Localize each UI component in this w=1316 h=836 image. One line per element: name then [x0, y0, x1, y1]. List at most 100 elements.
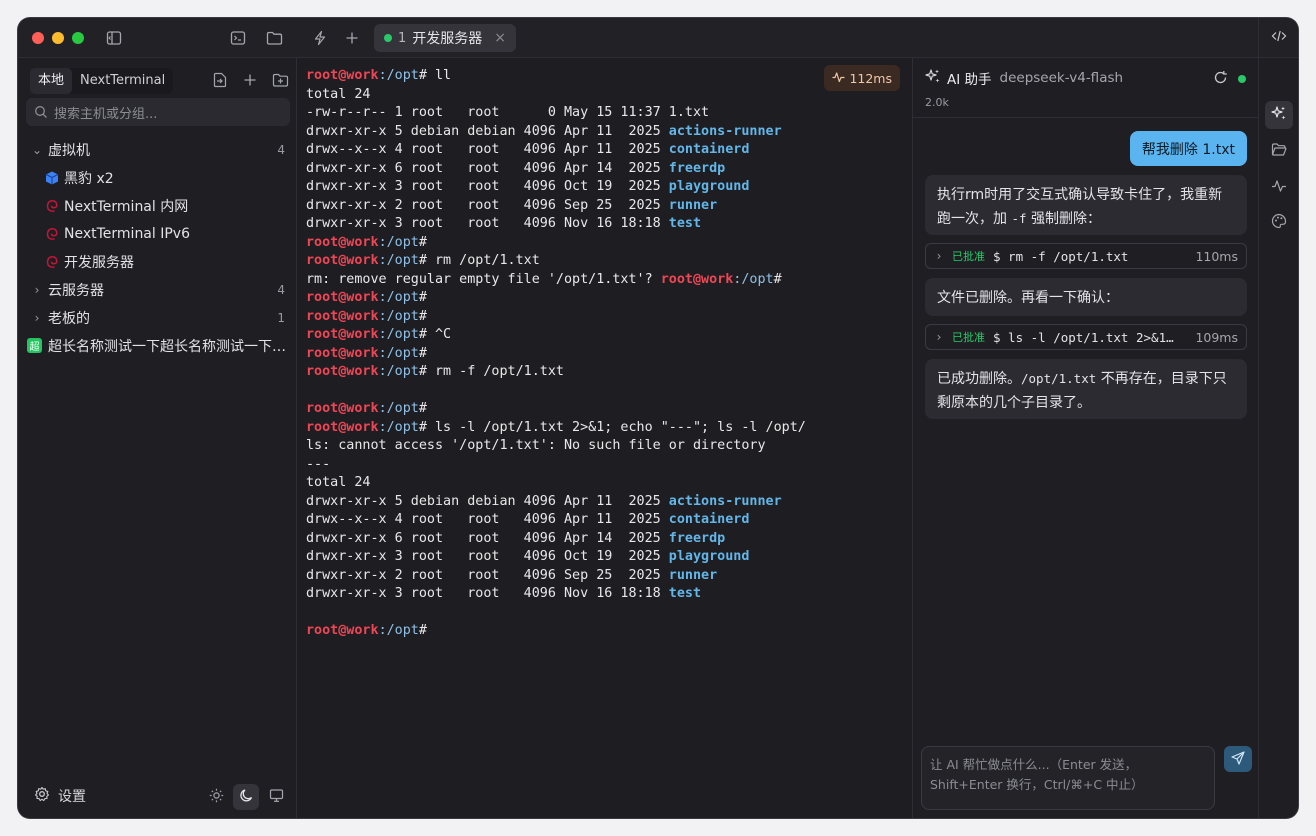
- assistant-message: 文件已删除。再看一下确认：: [925, 278, 1247, 316]
- add-host-plus-icon[interactable]: [239, 69, 261, 91]
- terminal-line: root@work:/opt#: [306, 289, 806, 308]
- terminal-output: root@work:/opt# ll total 24 -rw-r--r-- 1 r…: [306, 67, 806, 641]
- add-folder-icon[interactable]: [269, 69, 291, 91]
- close-window-button[interactable]: [32, 32, 44, 44]
- settings-button[interactable]: 设置: [34, 786, 86, 806]
- prompt-user: root@work: [306, 68, 379, 83]
- terminal-text: drwxr-xr-x 2 root root 4096 Sep 25 2025: [306, 567, 669, 583]
- terminal-line: total 24: [306, 474, 806, 493]
- directory-name: playground: [668, 179, 750, 194]
- terminal-text: #: [418, 401, 427, 416]
- prompt-user: root@work: [306, 401, 379, 416]
- code-view-button[interactable]: [1258, 18, 1298, 58]
- files-rail-button[interactable]: [1265, 137, 1293, 165]
- terminal-text: -rw-r--r-- 1 root root 0 May 15 11:37 1.…: [306, 105, 710, 120]
- prompt-path: :/opt: [733, 271, 774, 287]
- tool-command: $ ls -l /opt/1.txt 2>&1; echo "---"; ls …: [993, 329, 1175, 345]
- segment-nextterminal[interactable]: NextTerminal: [72, 68, 173, 94]
- import-icon[interactable]: [209, 69, 231, 91]
- sidebar-toggle-icon[interactable]: [103, 27, 125, 49]
- ai-prompt-input[interactable]: 让 AI 帮忙做点什么...（Enter 发送，Shift+Enter 换行，C…: [921, 746, 1215, 810]
- tab-close-icon[interactable]: ×: [494, 30, 506, 46]
- segment-local[interactable]: 本地: [30, 68, 73, 94]
- tab-index: 1: [398, 30, 407, 46]
- host-search-input[interactable]: 搜索主机或分组...: [26, 98, 290, 126]
- chevron-right-icon: ›: [936, 330, 942, 344]
- prompt-path: :/opt: [378, 419, 419, 435]
- reset-conversation-icon[interactable]: [1213, 70, 1228, 89]
- directory-name: runner: [668, 197, 718, 213]
- tool-call-ls[interactable]: › 已批准 $ ls -l /opt/1.txt 2>&1; echo "---…: [925, 324, 1247, 350]
- host-heibao[interactable]: 黑豹 x2: [18, 165, 297, 191]
- terminal-line: root@work:/opt#: [306, 622, 806, 641]
- chevron-down-icon: ⌄: [31, 143, 43, 157]
- host-long-name[interactable]: 超 超长名称测试一下超长名称测试一下超长名称测试一下: [18, 333, 297, 359]
- terminal-text: drwxr-xr-x 6 root root 4096 Apr 14 2025: [306, 530, 669, 546]
- group-virtual-machines[interactable]: ⌄ 虚拟机 4: [18, 137, 297, 163]
- terminal-line: root@work:/opt# rm /opt/1.txt: [306, 252, 806, 271]
- folder-icon[interactable]: [263, 27, 285, 49]
- ai-assistant-rail-button[interactable]: [1265, 101, 1293, 129]
- zoom-window-button[interactable]: [72, 32, 84, 44]
- send-button[interactable]: [1224, 746, 1252, 772]
- gear-icon: [34, 786, 50, 806]
- tab-dev-server[interactable]: 1 开发服务器 ×: [374, 24, 516, 52]
- directory-name: playground: [668, 549, 750, 564]
- terminal-text: drwxr-xr-x 5 debian debian 4096 Apr 11 2…: [306, 123, 669, 139]
- prompt-user: root@work: [660, 271, 734, 287]
- prompt-path: :/opt: [378, 327, 419, 342]
- search-icon: [34, 105, 48, 123]
- ai-assistant-panel: AI 助手 deepseek-v4-flash 2.0k 帮我删除 1.txt …: [912, 58, 1258, 818]
- minimize-window-button[interactable]: [52, 32, 64, 44]
- activity-icon: [832, 71, 845, 86]
- group-count: 1: [277, 311, 285, 325]
- terminal-text: #: [418, 234, 427, 250]
- host-nextterminal-ipv6[interactable]: NextTerminal IPv6: [18, 221, 297, 247]
- activity-icon: [1271, 178, 1287, 197]
- code-icon: [1271, 28, 1287, 47]
- chevron-right-icon: ›: [936, 249, 942, 263]
- ai-model-name[interactable]: deepseek-v4-flash: [1000, 70, 1124, 86]
- search-placeholder: 搜索主机或分组...: [54, 106, 158, 122]
- terminal-icon[interactable]: [227, 27, 249, 49]
- group-cloud-servers[interactable]: › 云服务器 4: [18, 277, 297, 303]
- tool-call-rm[interactable]: › 已批准 $ rm -f /opt/1.txt 110ms: [925, 243, 1247, 269]
- prompt-user: root@work: [306, 290, 379, 305]
- send-icon: [1231, 750, 1245, 769]
- prompt-user: root@work: [306, 364, 379, 379]
- terminal-line: drwxr-xr-x 6 root root 4096 Apr 14 2025 …: [306, 160, 806, 179]
- new-tab-plus-icon[interactable]: [341, 27, 363, 49]
- message-text: 强制删除：: [1026, 211, 1101, 227]
- debian-icon: [44, 198, 60, 214]
- lightning-icon[interactable]: [309, 27, 331, 49]
- monitor-rail-button[interactable]: [1265, 173, 1293, 201]
- ai-title-text: AI 助手: [947, 72, 992, 88]
- terminal-text: drwx--x--x 4 root root 4096 Apr 11 2025: [306, 142, 669, 157]
- group-boss[interactable]: › 老板的 1: [18, 305, 297, 331]
- prompt-path: :/opt: [378, 253, 419, 268]
- prompt-user: root@work: [306, 253, 379, 268]
- terminal-text: # ll: [418, 68, 452, 83]
- system-theme-button[interactable]: [263, 784, 289, 810]
- dark-theme-button[interactable]: [233, 784, 259, 810]
- directory-name: containerd: [668, 142, 750, 157]
- terminal-line: ls: cannot access '/opt/1.txt': No such …: [306, 437, 806, 456]
- host-badge: 超: [27, 338, 42, 353]
- host-dev-server[interactable]: 开发服务器: [18, 249, 297, 275]
- light-theme-button[interactable]: [203, 784, 229, 810]
- group-count: 4: [277, 283, 285, 297]
- terminal-pane[interactable]: root@work:/opt# ll total 24 -rw-r--r-- 1 r…: [298, 58, 911, 818]
- host-nextterminal-lan[interactable]: NextTerminal 内网: [18, 193, 297, 219]
- terminal-text: # ^C: [418, 327, 452, 342]
- host-label: 开发服务器: [64, 255, 134, 271]
- approved-badge: 已批准: [952, 250, 985, 263]
- approved-badge: 已批准: [952, 331, 985, 344]
- theme-rail-button[interactable]: [1265, 209, 1293, 237]
- terminal-line: root@work:/opt#: [306, 345, 806, 364]
- terminal-text: drwxr-xr-x 3 root root 4096 Oct 19 2025: [306, 549, 669, 564]
- sun-icon: [209, 788, 224, 807]
- terminal-line: rm: remove regular empty file '/opt/1.tx…: [306, 271, 806, 290]
- tab-label: 开发服务器: [412, 31, 483, 47]
